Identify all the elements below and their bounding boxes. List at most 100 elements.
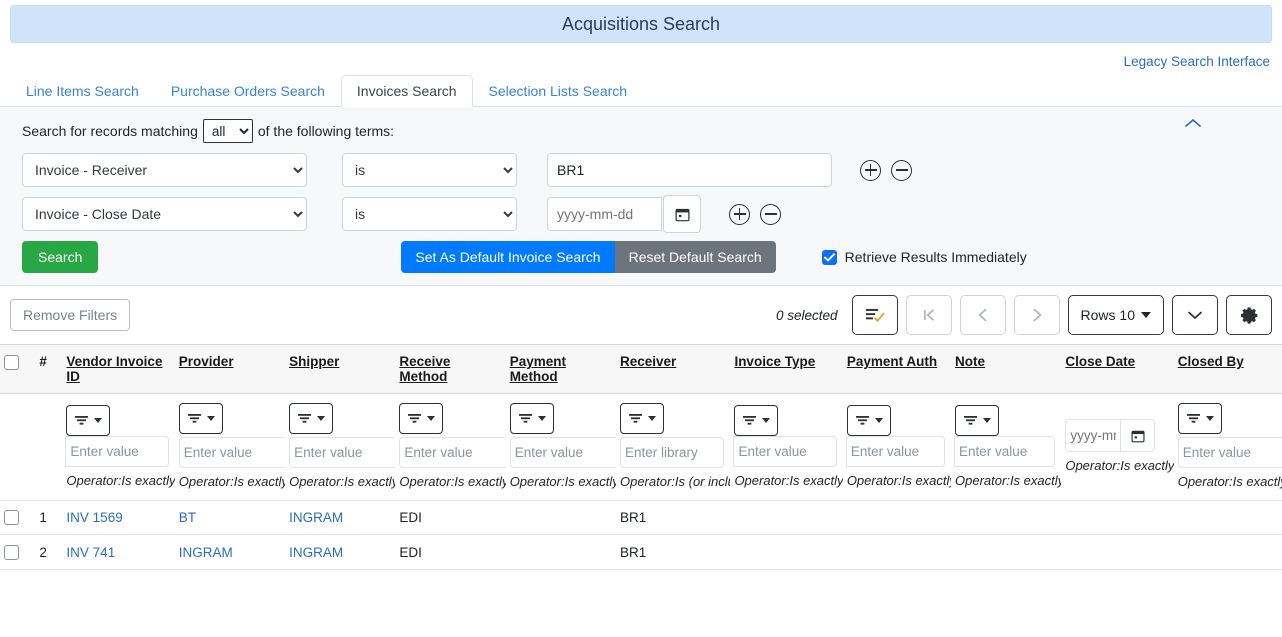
filter-value-input-receive_method[interactable] [399, 437, 505, 468]
tab-invoices-search[interactable]: Invoices Search [341, 75, 473, 107]
filter-value-input-shipper[interactable] [289, 437, 395, 468]
match-mode-select[interactable]: all any [203, 119, 253, 143]
filter-operator-button-invoice_type[interactable] [734, 405, 778, 436]
table-row[interactable]: 2INV 741INGRAMINGRAMEDIBR1 [0, 535, 1282, 570]
column-header-label-receive_method[interactable]: Receive Method [399, 354, 450, 384]
column-header-label-invoice_type[interactable]: Invoice Type [734, 354, 815, 369]
legacy-search-interface-link[interactable]: Legacy Search Interface [1124, 54, 1270, 69]
caret-down-icon [648, 416, 656, 421]
tab-purchase-orders-search[interactable]: Purchase Orders Search [155, 75, 341, 107]
chevron-up-icon[interactable] [1184, 117, 1202, 133]
column-header-shipper[interactable]: Shipper [285, 345, 395, 394]
filter-value-input-provider[interactable] [179, 437, 285, 468]
filter-operator-button-payment_auth[interactable] [847, 405, 891, 436]
filter-value-input-invoice_type[interactable] [733, 436, 836, 467]
filter-value-input-vendor_invoice_id[interactable] [65, 436, 168, 467]
filter-operator-button-note[interactable] [955, 405, 999, 436]
search-field-select-1[interactable]: Invoice - Receiver [22, 153, 307, 187]
filter-value-input-closed_by[interactable] [1178, 437, 1282, 468]
filter-operator-button-closed_by[interactable] [1178, 403, 1222, 434]
row-checkbox[interactable] [4, 545, 19, 560]
search-value-input-1[interactable] [547, 153, 832, 187]
filter-operator-label-receive_method: Operator:Is exactly [399, 473, 505, 491]
next-page-icon[interactable] [1014, 295, 1060, 335]
filter-operator-button-receiver[interactable] [620, 403, 664, 434]
filter-operator-button-receive_method[interactable] [399, 403, 443, 434]
first-page-icon[interactable] [906, 295, 952, 335]
remove-filters-button[interactable]: Remove Filters [10, 299, 130, 331]
column-header-label-closed_by[interactable]: Closed By [1178, 354, 1244, 369]
search-field-select-2[interactable]: Invoice - Close Date [22, 197, 307, 231]
retrieve-results-checkbox[interactable] [822, 250, 837, 265]
remove-term-button-2[interactable] [760, 204, 781, 225]
filter-cell-vendor_invoice_id: Operator:Is exactly [62, 394, 174, 501]
filter-value-input-note[interactable] [954, 436, 1055, 467]
column-header-label-provider[interactable]: Provider [179, 354, 234, 369]
column-header-label-payment_method[interactable]: Payment Method [510, 354, 566, 384]
chevron-down-icon[interactable] [1172, 295, 1218, 335]
cell-value-shipper[interactable]: INGRAM [289, 545, 343, 560]
column-header-label-shipper[interactable]: Shipper [289, 354, 339, 369]
column-header-closed_by[interactable]: Closed By [1174, 345, 1282, 394]
filter-operator-label-vendor_invoice_id: Operator:Is exactly [66, 472, 174, 490]
column-header-label-note[interactable]: Note [955, 354, 985, 369]
search-operator-select-2[interactable]: is [342, 197, 517, 231]
cell-value-shipper[interactable]: INGRAM [289, 510, 343, 525]
column-header-receive_method[interactable]: Receive Method [395, 345, 505, 394]
column-header-payment_auth[interactable]: Payment Auth [843, 345, 951, 394]
filter-operator-button-vendor_invoice_id[interactable] [66, 405, 110, 436]
filter-operator-button-shipper[interactable] [289, 403, 333, 434]
column-header-label-receiver[interactable]: Receiver [620, 354, 676, 369]
row-checkbox[interactable] [4, 510, 19, 525]
page-banner: Acquisitions Search [10, 5, 1272, 43]
tab-line-items-search[interactable]: Line Items Search [10, 75, 155, 107]
caret-down-icon [538, 416, 546, 421]
column-header-receiver[interactable]: Receiver [616, 345, 730, 394]
column-header-label-payment_auth[interactable]: Payment Auth [847, 354, 937, 369]
cell-value-provider[interactable]: INGRAM [179, 545, 233, 560]
calendar-icon[interactable] [663, 195, 701, 233]
filter-operator-button-provider[interactable] [179, 403, 223, 434]
search-button[interactable]: Search [22, 241, 98, 273]
add-term-button-2[interactable] [729, 204, 750, 225]
column-header-invoice_type[interactable]: Invoice Type [730, 345, 842, 394]
column-header-provider[interactable]: Provider [175, 345, 285, 394]
set-default-invoice-search-button[interactable]: Set As Default Invoice Search [401, 241, 614, 273]
column-header-label-vendor_invoice_id[interactable]: Vendor Invoice ID [66, 354, 162, 384]
tab-selection-lists-search[interactable]: Selection Lists Search [473, 75, 644, 107]
table-body: Operator:Is exactly▲▼Operator:Is exactly… [0, 394, 1282, 570]
add-term-button-1[interactable] [860, 160, 881, 181]
reset-default-search-button[interactable]: Reset Default Search [615, 241, 776, 273]
search-date-input-2[interactable] [547, 197, 662, 231]
filter-cell-payment_method: ▲▼Operator:Is exactly [506, 394, 616, 501]
column-header-payment_method[interactable]: Payment Method [506, 345, 616, 394]
filter-operator-button-payment_method[interactable] [510, 403, 554, 434]
match-mode-row: Search for records matching all any of t… [22, 119, 1270, 143]
table-row[interactable]: 1INV 1569BTINGRAMEDIBR1 [0, 500, 1282, 535]
filter-cell-receive_method: ▲▼Operator:Is exactly [395, 394, 505, 501]
remove-term-button-1[interactable] [891, 160, 912, 181]
cell-close_date [1061, 500, 1173, 535]
prev-page-icon[interactable] [960, 295, 1006, 335]
select-all-checkbox[interactable] [0, 345, 35, 394]
list-check-icon[interactable] [852, 295, 898, 335]
select-all-box[interactable] [4, 355, 19, 370]
filter-value-input-payment_method[interactable] [510, 437, 616, 468]
calendar-icon[interactable] [1121, 419, 1155, 452]
search-operator-select-1[interactable]: is [342, 153, 517, 187]
gear-icon[interactable] [1226, 295, 1272, 335]
column-header-close_date[interactable]: Close Date [1061, 345, 1173, 394]
match-suffix-label: of the following terms: [258, 123, 394, 139]
cell-value-vendor_invoice_id[interactable]: INV 741 [66, 545, 115, 560]
filter-group-invoice_type: Operator:Is exactly [734, 405, 836, 490]
column-header-label-close_date[interactable]: Close Date [1065, 354, 1135, 369]
cell-shipper: INGRAM [285, 535, 395, 570]
rows-per-page-button[interactable]: Rows 10 [1068, 295, 1164, 335]
cell-value-vendor_invoice_id[interactable]: INV 1569 [66, 510, 122, 525]
cell-value-provider[interactable]: BT [179, 510, 196, 525]
filter-value-input-receiver[interactable] [620, 437, 724, 468]
filter-value-input-payment_auth[interactable] [846, 436, 945, 467]
column-header-note[interactable]: Note [951, 345, 1061, 394]
column-header-vendor_invoice_id[interactable]: Vendor Invoice ID [62, 345, 174, 394]
filter-date-input-close_date[interactable] [1065, 419, 1121, 452]
